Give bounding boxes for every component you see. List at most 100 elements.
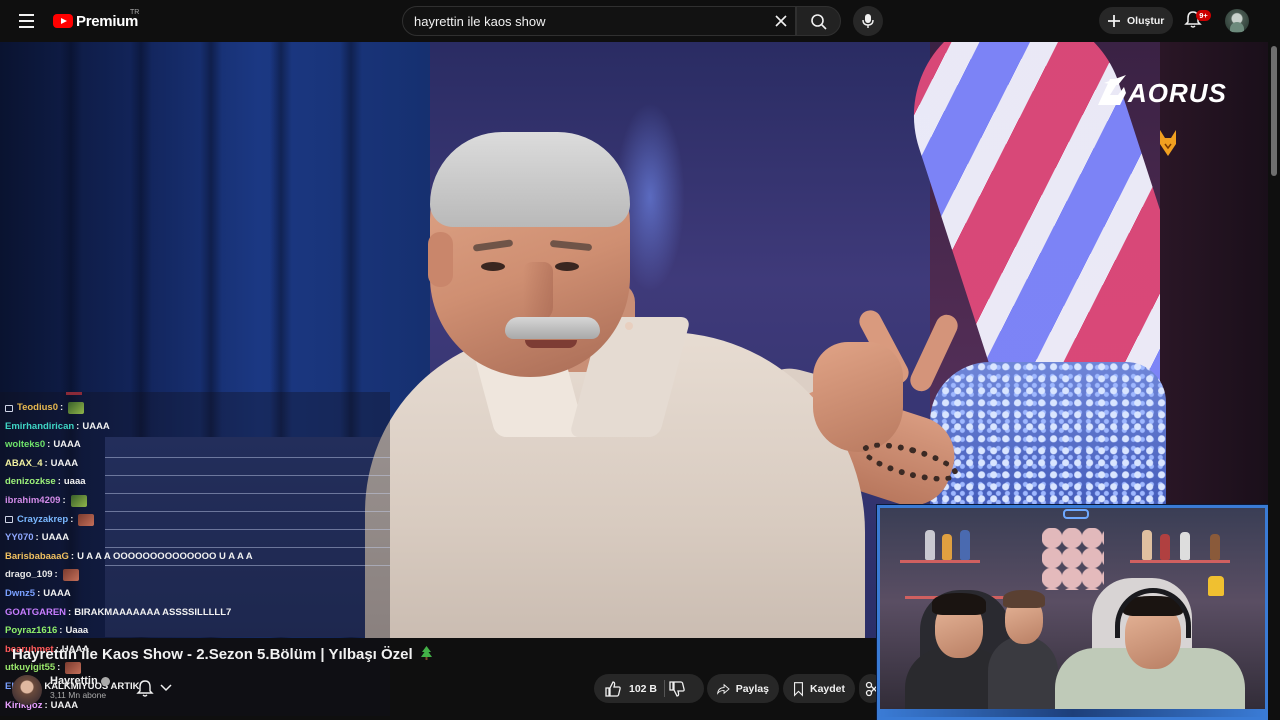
chat-username[interactable]: Teodius0: [17, 399, 58, 417]
channel-name[interactable]: Hayrettin: [50, 675, 110, 687]
chat-separator: :: [47, 439, 51, 451]
chat-text: UAAA: [50, 457, 79, 469]
chat-message: ABAX_4: UAAA: [5, 455, 78, 473]
share-button[interactable]: Paylaş: [707, 674, 779, 703]
lapel-mic: [625, 322, 633, 330]
logo-text: Premium: [76, 12, 139, 30]
search-box: [402, 6, 796, 36]
chat-text: uaaa: [63, 476, 86, 488]
chat-message: Poyraz1616: Uaaa: [5, 622, 88, 640]
share-label: Paylaş: [735, 682, 769, 695]
chat-message: GOATGAREN: BIRAKMAAAAAAA ASSSSILLLLL7: [5, 604, 231, 622]
chat-message: denizozkse: uaaa: [5, 473, 86, 491]
chat-message: wolteks0: UAAA: [5, 436, 81, 454]
chat-separator: :: [37, 588, 41, 599]
notification-badge: 9+: [1196, 10, 1211, 21]
voice-search-button[interactable]: [853, 6, 883, 36]
chat-emote-icon: [65, 662, 82, 675]
chat-username[interactable]: ibrahim4209: [5, 492, 60, 510]
chat-separator: :: [44, 457, 48, 469]
cam-frame-logo: [1063, 509, 1089, 519]
chat-message: Crayzakrep:: [5, 511, 95, 529]
chat-separator: :: [68, 606, 72, 618]
webcam-overlay: [877, 505, 1268, 720]
video-title-text: Hayrettin ile Kaos Show - 2.Sezon 5.Bölü…: [12, 646, 413, 663]
share-icon: [717, 683, 730, 695]
bookmark-icon: [794, 681, 803, 697]
chat-username[interactable]: drago_109: [5, 566, 53, 584]
chat-message: YY070: UAAA: [5, 529, 69, 547]
svg-text:AORUS: AORUS: [1127, 78, 1227, 107]
chat-emote-icon: [70, 495, 87, 507]
mic-icon: [862, 14, 874, 28]
search-button[interactable]: [796, 6, 841, 36]
chat-text: UAAA: [43, 588, 71, 599]
clear-icon[interactable]: [774, 14, 788, 28]
chat-text: BIRAKMAAAAAAA ASSSSILLLLL7: [74, 606, 232, 618]
create-button[interactable]: Oluştur: [1099, 7, 1173, 34]
chat-message: BarisbabaaaG: U A A A OOOOOOOOOOOOOO U A …: [5, 548, 253, 566]
chat-emote-icon: [78, 513, 95, 526]
chat-badge-icon: [5, 404, 13, 412]
chat-separator: :: [62, 495, 66, 506]
chat-emote-icon: [62, 569, 79, 582]
account-avatar[interactable]: [1225, 9, 1249, 33]
plus-icon: [1108, 14, 1120, 27]
chat-message: Emirhandirican: UAAA: [5, 418, 110, 436]
chevron-down-icon[interactable]: [159, 681, 173, 695]
search-input[interactable]: [414, 7, 764, 35]
thumbs-down-icon[interactable]: [668, 680, 686, 698]
save-label: Kaydet: [809, 682, 845, 695]
like-count: 102 B: [629, 682, 658, 695]
chat-message: drago_109:: [5, 566, 79, 584]
chat-message: ibrahim4209:: [5, 492, 87, 510]
subscription-bell-icon[interactable]: [135, 678, 155, 698]
chat-separator: :: [44, 699, 48, 711]
channel-avatar[interactable]: [12, 675, 42, 705]
hexagon-light-panel: [1042, 528, 1104, 590]
chat-username[interactable]: BarisbabaaaG: [5, 548, 69, 566]
scrollbar-thumb[interactable]: [1271, 46, 1277, 176]
chat-separator: :: [60, 402, 64, 413]
chat-username[interactable]: YY070: [5, 529, 34, 547]
like-button[interactable]: 102 B: [594, 674, 704, 703]
search-icon: [811, 14, 827, 30]
chat-text: U A A A OOOOOOOOOOOOOO U A A A: [77, 550, 253, 562]
chat-separator: :: [35, 532, 39, 544]
menu-icon[interactable]: [14, 9, 38, 33]
chat-username[interactable]: Dwnz5: [5, 585, 35, 603]
chat-username[interactable]: ABAX_4: [5, 455, 43, 473]
chat-username[interactable]: Crayzakrep: [17, 511, 68, 529]
chat-separator: :: [59, 625, 63, 637]
chat-username[interactable]: Poyraz1616: [5, 622, 57, 640]
chat-text: UAAA: [41, 532, 70, 544]
chat-username[interactable]: wolteks0: [5, 436, 45, 454]
chat-separator: :: [70, 513, 74, 525]
chat-message: Dwnz5: UAAA: [5, 585, 71, 603]
youtube-play-icon: [53, 14, 73, 28]
chat-text: UAAA: [53, 439, 81, 451]
save-button[interactable]: Kaydet: [783, 674, 855, 703]
chat-separator: :: [57, 476, 61, 488]
top-bar: Premium TR Oluştur 9+: [0, 0, 1280, 42]
thumbs-up-icon: [605, 680, 621, 697]
chat-separator: :: [70, 550, 75, 562]
verified-icon: [100, 676, 110, 686]
chat-message: Teodius0:: [5, 399, 85, 417]
chat-username[interactable]: denizozkse: [5, 473, 56, 491]
create-label: Oluştur: [1127, 14, 1165, 27]
chat-text: Uaaa: [65, 625, 89, 637]
chat-separator: :: [76, 420, 80, 432]
chat-emote-icon: [68, 402, 85, 414]
video-title: Hayrettin ile Kaos Show - 2.Sezon 5.Bölü…: [12, 646, 432, 663]
page-scrollbar[interactable]: [1268, 42, 1280, 720]
chat-username[interactable]: Emirhandirican: [5, 418, 74, 436]
channel-name-text: Hayrettin: [50, 675, 98, 687]
chat-username[interactable]: GOATGAREN: [5, 604, 66, 622]
aorus-logo: AORUS: [1098, 75, 1227, 107]
clip-icon: [865, 681, 877, 696]
fox-icon: [1160, 130, 1176, 156]
youtube-premium-logo[interactable]: Premium: [53, 11, 138, 31]
subscriber-count: 3,11 Mn abone: [50, 690, 107, 700]
country-code: TR: [130, 9, 140, 16]
